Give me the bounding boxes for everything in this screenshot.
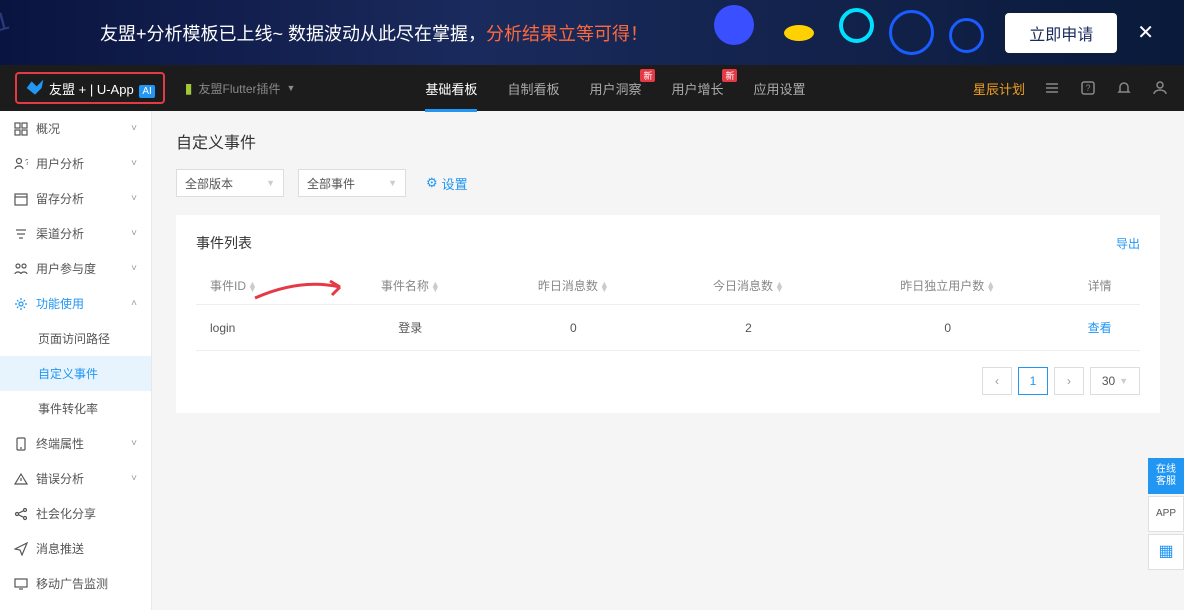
page-1-button[interactable]: 1 <box>1018 367 1048 395</box>
sidebar-sub-item[interactable]: 页面访问路径 <box>0 321 151 356</box>
col-yesterday-users[interactable]: 昨日独立用户数▲▼ <box>836 267 1059 305</box>
sidebar-item[interactable]: 消息推送 <box>0 531 151 566</box>
col-today-msg[interactable]: 今日消息数▲▼ <box>661 267 836 305</box>
float-buttons: 在线客服 APP ▦ <box>1148 458 1184 570</box>
list-icon[interactable] <box>1043 79 1061 97</box>
nav-tab[interactable]: 自制看板 <box>507 65 559 112</box>
cell-yesterday-msg: 0 <box>486 305 661 351</box>
deco-code: 010010110101 <box>0 0 12 56</box>
event-list-panel: 事件列表 导出 事件ID▲▼ 事件名称▲▼ 昨日消息数▲▼ 今日消息数▲▼ 昨日… <box>176 215 1160 413</box>
cell-name: 登录 <box>335 305 486 351</box>
chevron-down-icon: ˅ <box>131 263 137 274</box>
svg-text:?: ? <box>25 158 28 167</box>
logo[interactable]: 友盟 + | U-App AI <box>15 72 165 104</box>
sidebar-sub-item[interactable]: 自定义事件 <box>0 356 151 391</box>
gear-icon <box>14 297 28 311</box>
page-title: 自定义事件 <box>176 129 1160 153</box>
calendar-icon <box>14 192 28 206</box>
chevron-down-icon: ▼ <box>1119 376 1128 386</box>
sidebar-item[interactable]: 留存分析˅ <box>0 181 151 216</box>
sidebar-item[interactable]: 用户参与度˅ <box>0 251 151 286</box>
annotation-arrow <box>250 273 350 303</box>
filter-icon <box>14 227 28 241</box>
nav-tab[interactable]: 用户增长新 <box>671 65 723 112</box>
participation-icon <box>14 262 28 276</box>
main-content: 自定义事件 全部版本▼ 全部事件▼ ⚙设置 事件列表 导出 事件ID▲▼ 事件名… <box>152 111 1184 610</box>
sidebar-item[interactable]: 终端属性˅ <box>0 426 151 461</box>
user-question-icon: ? <box>14 157 28 171</box>
cell-id: login <box>196 305 335 351</box>
sidebar-item[interactable]: 功能使用˄ <box>0 286 151 321</box>
sidebar: 概况˅?用户分析˅留存分析˅渠道分析˅用户参与度˅功能使用˄页面访问路径自定义事… <box>0 111 152 610</box>
chevron-down-icon: ˅ <box>131 228 137 239</box>
sort-icon: ▲▼ <box>600 282 609 292</box>
app-selector[interactable]: ▮ 友盟Flutter插件 ▼ <box>185 80 296 97</box>
col-event-name[interactable]: 事件名称▲▼ <box>335 267 486 305</box>
help-icon[interactable]: ? <box>1079 79 1097 97</box>
warning-icon <box>14 472 28 486</box>
sidebar-item[interactable]: 概况˅ <box>0 111 151 146</box>
star-plan-link[interactable]: 星辰计划 <box>973 79 1025 98</box>
sidebar-item[interactable]: 渠道分析˅ <box>0 216 151 251</box>
monitor-icon <box>14 577 28 591</box>
chevron-down-icon: ▼ <box>388 178 397 188</box>
nav-tab[interactable]: 用户洞察新 <box>589 65 641 112</box>
apply-now-button[interactable]: 立即申请 <box>1005 13 1117 53</box>
sidebar-item[interactable]: 错误分析˅ <box>0 461 151 496</box>
share-icon <box>14 507 28 521</box>
nav-tab[interactable]: 基础看板 <box>425 65 477 112</box>
sidebar-item[interactable]: 社会化分享 <box>0 496 151 531</box>
banner-decoration <box>664 0 1014 65</box>
user-icon[interactable] <box>1151 79 1169 97</box>
sidebar-item[interactable]: 移动广告监测 <box>0 566 151 601</box>
chevron-up-icon: ˄ <box>131 298 137 309</box>
bell-icon[interactable] <box>1115 79 1133 97</box>
app-button[interactable]: APP <box>1148 496 1184 532</box>
chevron-down-icon: ˅ <box>131 123 137 134</box>
cell-today-msg: 2 <box>661 305 836 351</box>
close-icon[interactable]: ✕ <box>1137 20 1154 45</box>
android-icon: ▮ <box>185 80 193 97</box>
qrcode-icon: ▦ <box>1158 546 1173 558</box>
top-navigation: 友盟 + | U-App AI ▮ 友盟Flutter插件 ▼ 基础看板自制看板… <box>0 65 1184 111</box>
pagination: ‹ 1 › 30▼ <box>196 367 1140 395</box>
chevron-down-icon: ▼ <box>287 83 296 93</box>
qrcode-button[interactable]: ▦ <box>1148 534 1184 570</box>
prev-page-button[interactable]: ‹ <box>982 367 1012 395</box>
bird-icon <box>25 78 45 98</box>
banner-text: 友盟+分析模板已上线~ 数据波动从此尽在掌握，分析结果立等可得！ <box>100 20 648 46</box>
chevron-down-icon: ˅ <box>131 473 137 484</box>
view-detail-link[interactable]: 查看 <box>1088 321 1112 335</box>
sort-icon: ▲▼ <box>986 282 995 292</box>
settings-link[interactable]: ⚙设置 <box>426 174 468 193</box>
table-row: login登录020查看 <box>196 305 1140 351</box>
sort-icon: ▲▼ <box>431 282 440 292</box>
page-size-select[interactable]: 30▼ <box>1090 367 1140 395</box>
online-service-button[interactable]: 在线客服 <box>1148 458 1184 494</box>
sort-icon: ▲▼ <box>775 282 784 292</box>
col-yesterday-msg[interactable]: 昨日消息数▲▼ <box>486 267 661 305</box>
svg-text:?: ? <box>1085 83 1090 93</box>
sidebar-sub-item[interactable]: 事件转化率 <box>0 391 151 426</box>
chevron-down-icon: ˅ <box>131 158 137 169</box>
next-page-button[interactable]: › <box>1054 367 1084 395</box>
promo-banner: 010010110101 友盟+分析模板已上线~ 数据波动从此尽在掌握，分析结果… <box>0 0 1184 65</box>
chevron-down-icon: ˅ <box>131 193 137 204</box>
device-icon <box>14 437 28 451</box>
cell-yesterday-users: 0 <box>836 305 1059 351</box>
gear-icon: ⚙ <box>426 175 438 191</box>
dashboard-icon <box>14 122 28 136</box>
event-select[interactable]: 全部事件▼ <box>298 169 406 197</box>
send-icon <box>14 542 28 556</box>
chevron-down-icon: ˅ <box>131 438 137 449</box>
export-link[interactable]: 导出 <box>1116 235 1140 252</box>
panel-title: 事件列表 <box>196 233 252 253</box>
chevron-down-icon: ▼ <box>266 178 275 188</box>
nav-tab[interactable]: 应用设置 <box>753 65 805 112</box>
col-detail: 详情 <box>1059 267 1140 305</box>
sidebar-item[interactable]: ?用户分析˅ <box>0 146 151 181</box>
version-select[interactable]: 全部版本▼ <box>176 169 284 197</box>
